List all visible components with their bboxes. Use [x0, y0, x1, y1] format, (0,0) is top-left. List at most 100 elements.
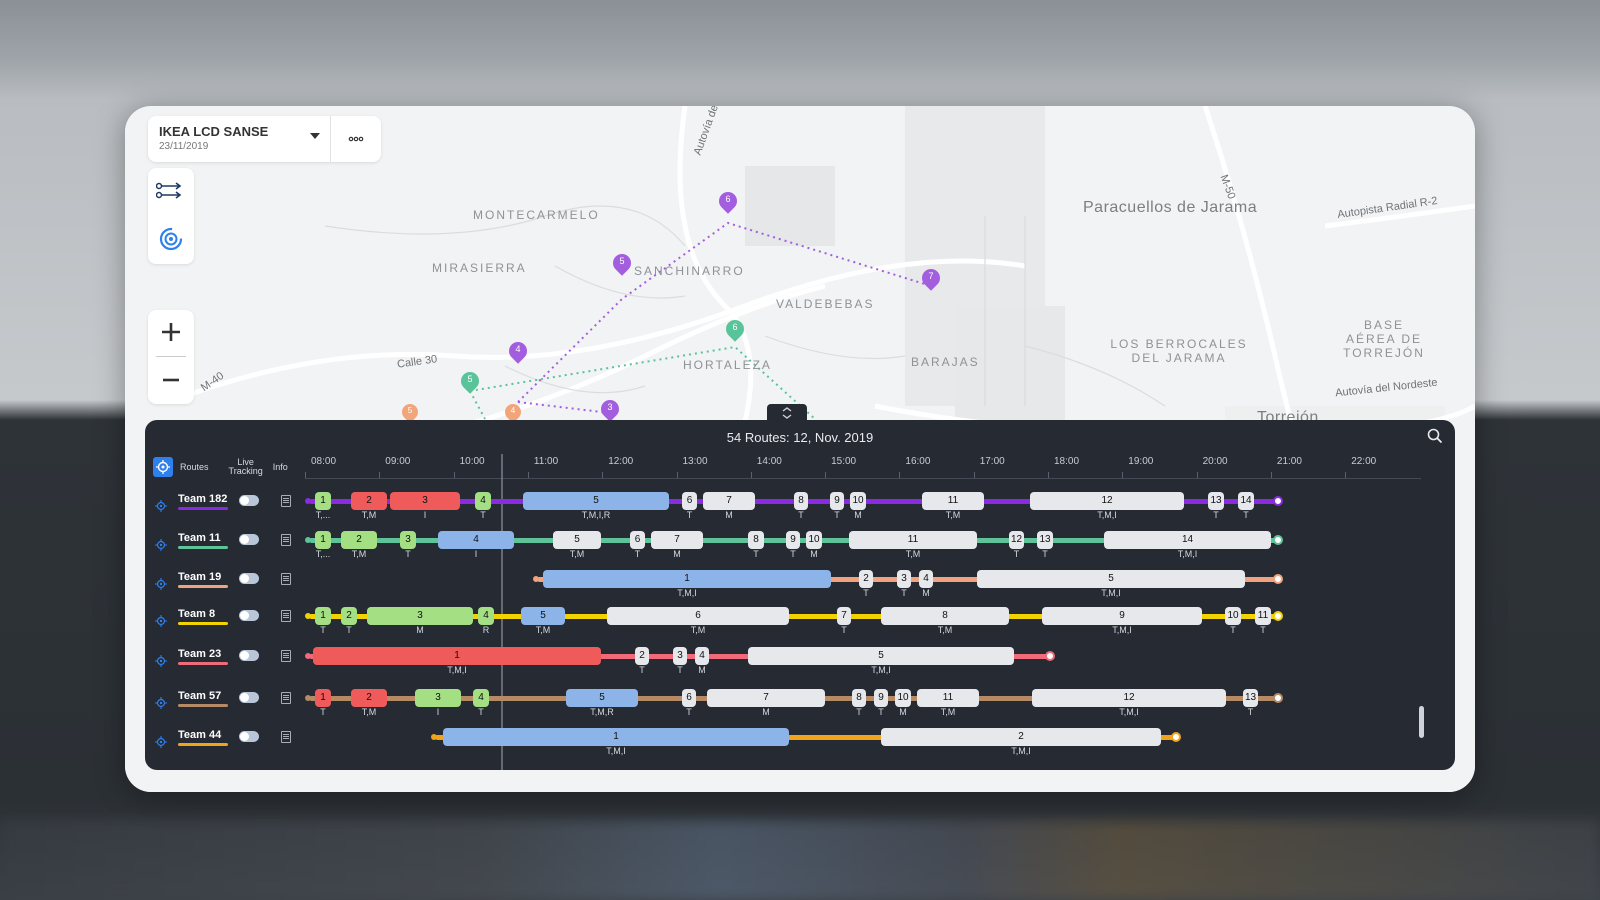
stop-block[interactable]: 3 [897, 570, 911, 588]
route-end-dot[interactable] [1273, 535, 1283, 545]
route-end-dot[interactable] [1045, 651, 1055, 661]
stop-block[interactable]: 4 [478, 607, 494, 625]
zoom-in-button[interactable] [148, 310, 194, 356]
route-row[interactable]: Team 182 1 T,... 2 T,M 3 I 4 T 5 T,M,I,R 6 T 7 M 8 T 9 T 10… [145, 490, 1455, 524]
stop-services-label: T [1260, 625, 1266, 635]
scrollbar[interactable] [1419, 706, 1424, 738]
tab-routes[interactable]: Routes [180, 462, 209, 472]
stop-block[interactable]: 3 [673, 647, 687, 665]
route-row[interactable]: Team 11 1 T,... 2 T,M 3 T 4 I 5 T,M 6 T 7 M 8 T 9 T 10 M 11 T,… [145, 529, 1455, 563]
more-options-button[interactable] [331, 116, 381, 162]
stop-block[interactable]: 4 [438, 531, 514, 549]
route-row[interactable]: Team 57 1 T 2 T,M 3 I 4 T 5 T,M,R 6 T 7 M 8 T 9 T 10 M 11 T,M 1… [145, 687, 1455, 721]
stop-block[interactable]: 13 [1037, 531, 1053, 549]
radar-button[interactable] [148, 216, 194, 262]
route-end-dot[interactable] [1273, 574, 1283, 584]
stop-block[interactable]: 6 [607, 607, 789, 625]
stop-block[interactable]: 7 [651, 531, 703, 549]
stop-block[interactable]: 6 [630, 531, 645, 549]
route-row[interactable]: Team 19 1 T,M,I 2 T 3 T 4 M 5 T,M,I [145, 568, 1455, 602]
route-start-dot [305, 695, 311, 701]
stop-block[interactable]: 2 [341, 531, 377, 549]
stop-block[interactable]: 3 [367, 607, 473, 625]
stop-block[interactable]: 11 [922, 492, 984, 510]
stop-block[interactable]: 1 [313, 647, 601, 665]
stop-block[interactable]: 14 [1238, 492, 1254, 510]
depot-selector[interactable]: IKEA LCD SANSE 23/11/2019 [148, 116, 381, 162]
stop-services-label: M [673, 549, 681, 559]
route-end-dot[interactable] [1273, 611, 1283, 621]
stop-block[interactable]: 1 [315, 689, 331, 707]
stop-block[interactable]: 1 [315, 607, 331, 625]
stop-block[interactable]: 8 [881, 607, 1009, 625]
stop-block[interactable]: 7 [837, 607, 851, 625]
stop-block[interactable]: 2 [859, 570, 873, 588]
stop-block[interactable]: 2 [635, 647, 649, 665]
route-track: 1 T,... 2 T,M 3 I 4 T 5 T,M,I,R 6 T 7 M 8 T 9 T 10 M 11 T,M 12… [145, 490, 1455, 524]
stop-block[interactable]: 8 [748, 531, 764, 549]
stop-block[interactable]: 2 [341, 607, 357, 625]
stop-block[interactable]: 11 [1255, 607, 1271, 625]
stop-block[interactable]: 3 [400, 531, 416, 549]
stop-block[interactable]: 1 [543, 570, 831, 588]
stop-block[interactable]: 5 [748, 647, 1014, 665]
stop-block[interactable]: 2 [351, 689, 387, 707]
stop-block[interactable]: 4 [695, 647, 709, 665]
search-button[interactable] [1427, 428, 1443, 449]
stop-block[interactable]: 1 [443, 728, 789, 746]
stop-block[interactable]: 7 [707, 689, 825, 707]
stop-block[interactable]: 10 [1225, 607, 1241, 625]
route-end-dot[interactable] [1171, 732, 1181, 742]
route-end-dot[interactable] [1273, 693, 1283, 703]
tab-info[interactable]: Info [273, 462, 288, 472]
stop-block[interactable]: 2 [351, 492, 387, 510]
stop-block[interactable]: 7 [703, 492, 755, 510]
route-row[interactable]: Team 44 1 T,M,I 2 T,M,I [145, 726, 1455, 760]
stop-block[interactable]: 5 [521, 607, 565, 625]
stop-block[interactable]: 14 [1104, 531, 1271, 549]
stop-block[interactable]: 8 [794, 492, 808, 510]
map-label-mirasierra: MIRASIERRA [432, 261, 527, 275]
tab-live-tracking[interactable]: Live Tracking [229, 458, 263, 476]
stop-block[interactable]: 4 [475, 492, 491, 510]
stop-block[interactable]: 1 [315, 531, 331, 549]
stop-block[interactable]: 5 [566, 689, 638, 707]
stop-block[interactable]: 5 [523, 492, 669, 510]
stop-block[interactable]: 11 [917, 689, 979, 707]
stop-block[interactable]: 12 [1030, 492, 1184, 510]
route-end-dot[interactable] [1273, 496, 1283, 506]
time-tick-label: 18:00 [1054, 456, 1080, 467]
stop-block[interactable]: 5 [553, 531, 601, 549]
stop-block[interactable]: 13 [1243, 689, 1258, 707]
stop-block[interactable]: 12 [1009, 531, 1024, 549]
stop-block[interactable]: 12 [1032, 689, 1226, 707]
route-row[interactable]: Team 8 1 T 2 T 3 M 4 R 5 T,M 6 T,M 7 T 8 T,M 9 T,M,I 10 T 11 T [145, 605, 1455, 639]
stop-block[interactable]: 1 [315, 492, 331, 510]
stop-block[interactable]: 6 [682, 492, 697, 510]
stop-block[interactable]: 10 [850, 492, 866, 510]
routes-toggle-button[interactable] [148, 168, 194, 214]
stop-block[interactable]: 9 [830, 492, 844, 510]
stop-block[interactable]: 6 [682, 689, 696, 707]
route-row[interactable]: Team 23 1 T,M,I 2 T 3 T 4 M 5 T,M,I [145, 645, 1455, 679]
stop-block[interactable]: 5 [977, 570, 1245, 588]
stop-block[interactable]: 2 [881, 728, 1161, 746]
stop-block[interactable]: 10 [895, 689, 911, 707]
stop-block[interactable]: 4 [919, 570, 933, 588]
chevron-down-icon[interactable] [310, 133, 320, 139]
stop-block[interactable]: 3 [390, 492, 460, 510]
stop-block[interactable]: 9 [1042, 607, 1202, 625]
stop-block[interactable]: 13 [1208, 492, 1224, 510]
stop-block[interactable]: 9 [874, 689, 888, 707]
zoom-out-button[interactable] [148, 358, 194, 404]
stop-block[interactable]: 4 [473, 689, 489, 707]
stop-block[interactable]: 10 [806, 531, 822, 549]
stop-block[interactable]: 8 [852, 689, 866, 707]
map-label-valdebebas: VALDEBEBAS [776, 297, 875, 311]
stop-block[interactable]: 3 [415, 689, 461, 707]
stop-block[interactable]: 9 [786, 531, 800, 549]
stop-services-label: T,M,I [1119, 707, 1139, 717]
target-icon[interactable] [153, 457, 173, 477]
stop-block[interactable]: 11 [849, 531, 977, 549]
stop-services-label: M [416, 625, 424, 635]
